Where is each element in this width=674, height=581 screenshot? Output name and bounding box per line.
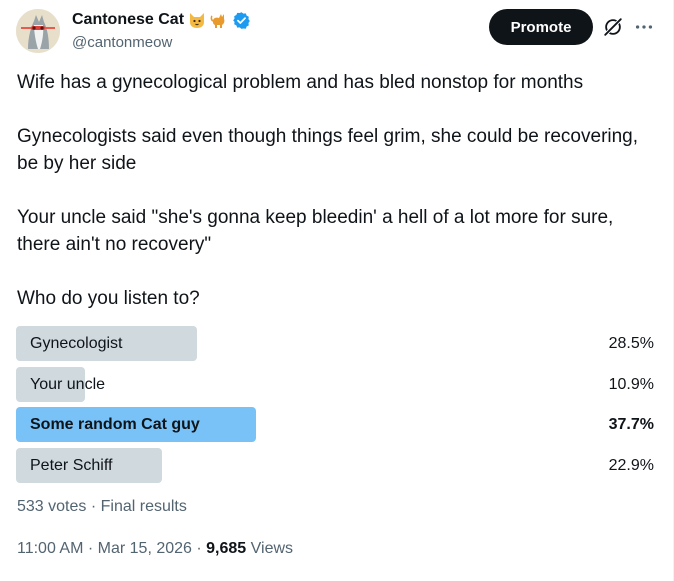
poll-option-some-random-cat-guy[interactable]: Some random Cat guy 37.7% — [16, 407, 656, 442]
poll-vote-count: 533 votes — [17, 498, 87, 515]
cat-emoji-icon — [210, 14, 225, 28]
poll-meta: 533 votes · Final results — [17, 498, 187, 516]
poll-option-your-uncle[interactable]: Your uncle 10.9% — [16, 367, 656, 402]
avatar[interactable] — [16, 9, 60, 53]
poll-option-percent: 22.9% — [608, 457, 654, 474]
poll-option-peter-schiff[interactable]: Peter Schiff 22.9% — [16, 448, 656, 483]
poll-option-gynecologist[interactable]: Gynecologist 28.5% — [16, 326, 656, 361]
author-display-name[interactable]: Cantonese Cat — [72, 11, 184, 29]
tweet-text-paragraph: Gynecologists said even though things fe… — [17, 126, 639, 174]
author-handle[interactable]: @cantonmeow — [72, 34, 172, 51]
views-count[interactable]: 9,685 — [206, 540, 246, 557]
tweet-text-paragraph: Wife has a gynecological problem and has… — [17, 72, 584, 93]
poll-option-label: Peter Schiff — [30, 457, 113, 474]
tweet-text-paragraph: Your uncle said "she's gonna keep bleedi… — [17, 207, 614, 255]
poll-option-percent: 28.5% — [608, 335, 654, 352]
separator: · — [86, 498, 101, 515]
tweet-time[interactable]: 11:00 AM — [17, 540, 83, 557]
poll-option-label: Gynecologist — [30, 335, 123, 352]
separator: · — [191, 540, 207, 557]
cat-face-emoji-icon — [190, 13, 205, 28]
tweet-date[interactable]: Mar 15, 2026 — [98, 540, 192, 557]
poll-option-label: Your uncle — [30, 376, 106, 393]
poll-option-percent: 37.7% — [608, 416, 654, 433]
views-label: Views — [246, 540, 294, 557]
tweet: Cantonese Cat @cantonmeow Promote Wife h… — [0, 0, 674, 581]
author-name-row: Cantonese Cat — [72, 10, 251, 30]
tweet-footer: 11:00 AM · Mar 15, 2026 · 9,685 Views — [17, 540, 293, 558]
avatar-image — [16, 9, 60, 53]
poll-option-percent: 10.9% — [608, 376, 654, 393]
poll-option-label: Some random Cat guy — [30, 416, 200, 433]
promote-button[interactable]: Promote — [489, 9, 593, 45]
more-options-icon[interactable] — [633, 16, 655, 38]
verified-badge-icon[interactable] — [232, 11, 251, 30]
poll-status: Final results — [100, 498, 187, 515]
grok-icon[interactable] — [602, 16, 624, 38]
separator: · — [83, 540, 98, 557]
poll-question: Who do you listen to? — [17, 288, 200, 309]
